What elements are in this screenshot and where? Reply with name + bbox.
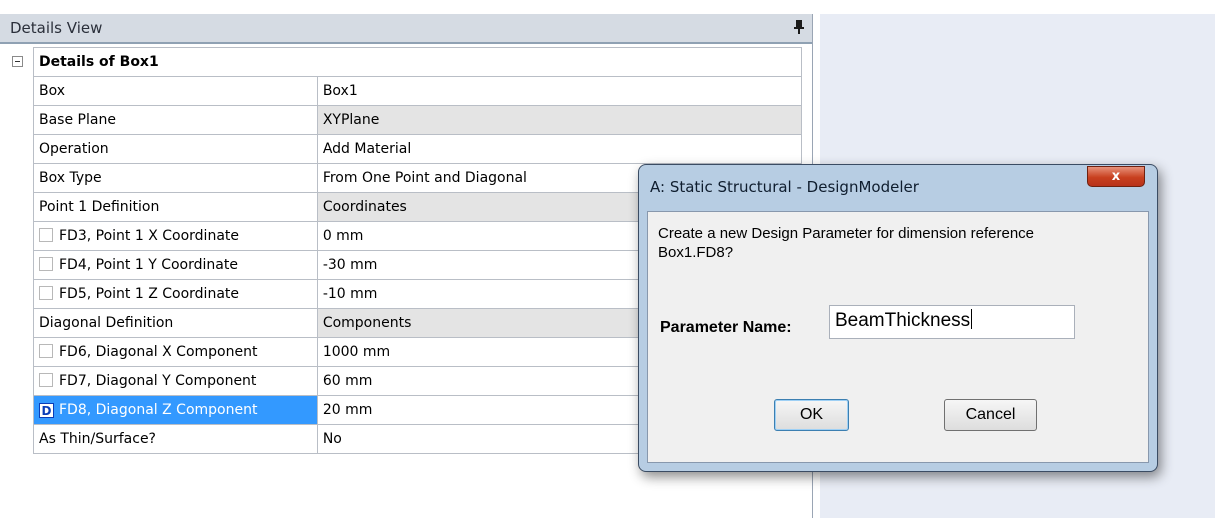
property-label: FD4, Point 1 Y Coordinate bbox=[59, 257, 238, 273]
close-button[interactable]: x bbox=[1087, 166, 1145, 187]
details-header: Details of Box1 bbox=[33, 47, 802, 77]
property-value[interactable]: XYPlane bbox=[316, 105, 803, 135]
property-label-cell: D FD8, Diagonal Z Component bbox=[33, 395, 318, 425]
cancel-button[interactable]: Cancel bbox=[944, 399, 1037, 431]
parameter-checkbox[interactable] bbox=[39, 228, 53, 242]
close-icon: x bbox=[1111, 169, 1121, 184]
panel-title: Details View bbox=[10, 19, 103, 37]
details-view-header: Details View bbox=[0, 14, 812, 44]
details-header-row: Details of Box1 bbox=[33, 47, 802, 77]
property-label: Point 1 Definition bbox=[33, 192, 318, 222]
table-row[interactable]: Base Plane XYPlane bbox=[33, 105, 803, 135]
property-label-cell: FD3, Point 1 X Coordinate bbox=[33, 221, 318, 251]
property-label: FD3, Point 1 X Coordinate bbox=[59, 228, 239, 244]
dialog-title: A: Static Structural - DesignModeler bbox=[650, 178, 919, 196]
property-label: As Thin/Surface? bbox=[33, 424, 318, 454]
property-value[interactable]: Add Material bbox=[316, 134, 803, 164]
text-cursor bbox=[971, 309, 973, 329]
collapse-icon[interactable] bbox=[12, 56, 23, 67]
property-label: Operation bbox=[33, 134, 318, 164]
dialog-message-line: Box1.FD8? bbox=[658, 244, 734, 261]
pin-icon[interactable] bbox=[792, 17, 806, 37]
property-label: Base Plane bbox=[33, 105, 318, 135]
property-label: FD8, Diagonal Z Component bbox=[59, 402, 258, 418]
parameter-checkbox[interactable] bbox=[39, 344, 53, 358]
dialog-content: Create a new Design Parameter for dimens… bbox=[647, 211, 1149, 463]
table-row[interactable]: Operation Add Material bbox=[33, 134, 803, 164]
property-label: FD5, Point 1 Z Coordinate bbox=[59, 286, 239, 302]
dialog-message: Create a new Design Parameter for dimens… bbox=[658, 224, 1148, 262]
ok-button[interactable]: OK bbox=[774, 399, 849, 431]
property-label-cell: FD6, Diagonal X Component bbox=[33, 337, 318, 367]
property-label-cell: FD5, Point 1 Z Coordinate bbox=[33, 279, 318, 309]
property-label: FD6, Diagonal X Component bbox=[59, 344, 258, 360]
parameter-name-label: Parameter Name: bbox=[660, 319, 792, 336]
property-value[interactable]: Box1 bbox=[316, 76, 803, 106]
dialog-message-line: Create a new Design Parameter for dimens… bbox=[658, 225, 1035, 242]
property-label: FD7, Diagonal Y Component bbox=[59, 373, 257, 389]
property-label-cell: FD7, Diagonal Y Component bbox=[33, 366, 318, 396]
parameter-checkbox-checked[interactable]: D bbox=[39, 403, 54, 418]
property-label: Box bbox=[33, 76, 318, 106]
parameter-name-input[interactable]: BeamThickness bbox=[829, 305, 1075, 339]
property-label: Box Type bbox=[33, 163, 318, 193]
table-row[interactable]: Box Box1 bbox=[33, 76, 803, 106]
parameter-checkbox[interactable] bbox=[39, 286, 53, 300]
property-label: Diagonal Definition bbox=[33, 308, 318, 338]
parameter-checkbox[interactable] bbox=[39, 257, 53, 271]
parameter-name-value: BeamThickness bbox=[835, 310, 971, 331]
create-parameter-dialog: A: Static Structural - DesignModeler x C… bbox=[638, 164, 1158, 472]
property-label-cell: FD4, Point 1 Y Coordinate bbox=[33, 250, 318, 280]
parameter-checkbox[interactable] bbox=[39, 373, 53, 387]
